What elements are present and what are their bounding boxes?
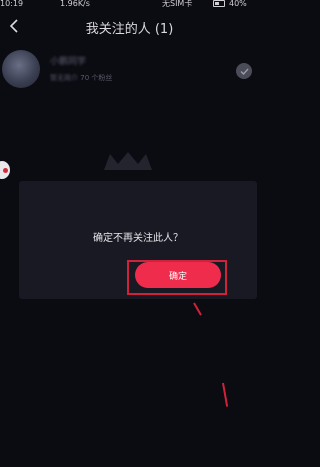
check-icon[interactable]	[236, 63, 252, 79]
list-item[interactable]: 小鹏同学 暂无简介 70 个粉丝	[0, 50, 259, 94]
status-time: 10:19	[0, 0, 24, 8]
red-dot-icon	[2, 167, 8, 173]
annotation-stroke	[193, 302, 202, 316]
battery-icon	[213, 0, 225, 7]
dialog-message: 确定不再关注此人？	[93, 233, 183, 244]
status-battery: 40%	[229, 0, 247, 8]
user-bio: 暂无简介	[50, 74, 78, 82]
highlight-box	[127, 260, 227, 295]
annotation-stroke	[222, 382, 229, 407]
status-bar: 10:19 1.96K/s 无SIM卡 40%	[0, 0, 259, 9]
page-title: 我关注的人 (1)	[85, 22, 174, 37]
avatar[interactable]	[2, 50, 40, 88]
user-meta: 暂无简介 70 个粉丝	[50, 73, 112, 83]
floating-ball-icon[interactable]	[0, 161, 10, 179]
user-fans-count: 70 个粉丝	[80, 74, 113, 82]
page-header: 我关注的人 (1)	[0, 12, 259, 40]
background-logo-icon	[104, 152, 152, 170]
user-name: 小鹏同学	[50, 57, 87, 67]
status-carrier: 无SIM卡	[162, 0, 193, 8]
status-network-speed: 1.96K/s	[60, 0, 90, 8]
